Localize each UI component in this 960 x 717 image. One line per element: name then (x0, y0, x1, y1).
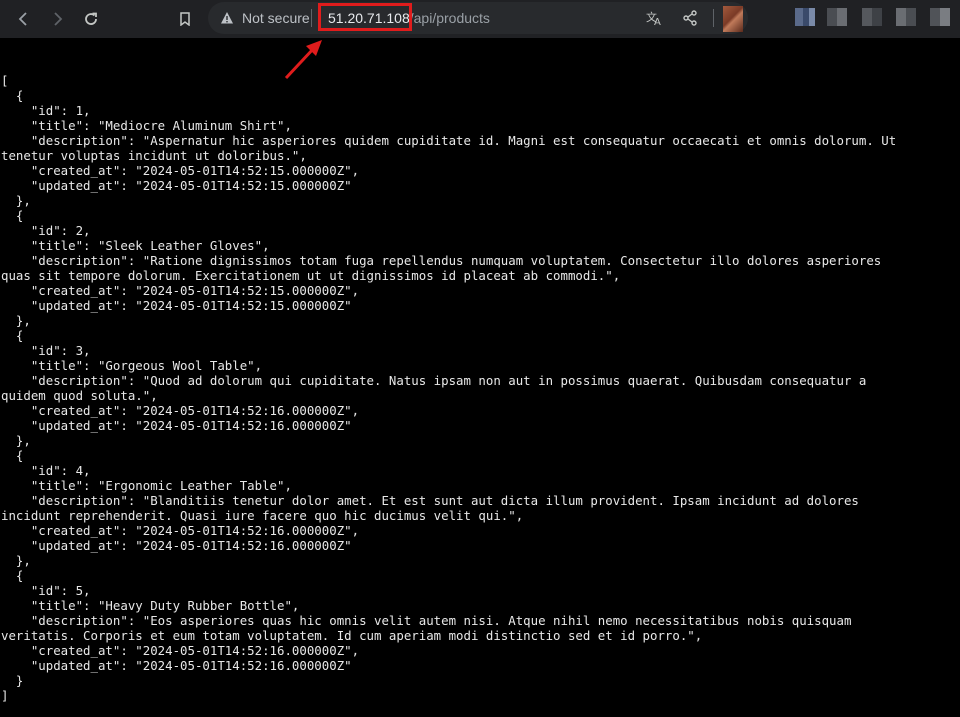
json-line: "updated_at": "2024-05-01T14:52:16.00000… (1, 658, 352, 673)
forward-arrow-icon[interactable] (44, 6, 70, 32)
json-line: { (1, 448, 24, 463)
json-line: "created_at": "2024-05-01T14:52:16.00000… (1, 523, 360, 538)
json-line: [ (1, 73, 9, 88)
json-response-body: [ { "id": 1, "title": "Mediocre Aluminum… (1, 73, 953, 703)
json-line: }, (1, 313, 31, 328)
extension-icon[interactable] (795, 8, 815, 26)
json-line: "description": "Eos asperiores quas hic … (1, 613, 852, 628)
json-line: "description": "Blanditiis tenetur dolor… (1, 493, 859, 508)
json-line: "title": "Sleek Leather Gloves", (1, 238, 270, 253)
json-line: { (1, 568, 24, 583)
json-line: "description": "Aspernatur hic asperiore… (1, 133, 897, 148)
json-line: "updated_at": "2024-05-01T14:52:16.00000… (1, 418, 352, 433)
json-line: ] (1, 688, 9, 703)
json-line: "updated_at": "2024-05-01T14:52:15.00000… (1, 298, 352, 313)
json-line: "created_at": "2024-05-01T14:52:16.00000… (1, 403, 360, 418)
bookmark-icon[interactable] (172, 6, 198, 32)
json-line: tenetur voluptas incidunt ut doloribus."… (1, 148, 307, 163)
extension-icon[interactable] (827, 8, 847, 26)
share-icon[interactable] (681, 9, 699, 27)
json-line: "title": "Heavy Duty Rubber Bottle", (1, 598, 300, 613)
json-line: "id": 3, (1, 343, 91, 358)
json-line: quas sit tempore dolorum. Exercitationem… (1, 268, 621, 283)
svg-text:A: A (654, 17, 661, 26)
security-status[interactable]: Not secure (242, 10, 310, 26)
json-line: "title": "Mediocre Aluminum Shirt", (1, 118, 292, 133)
json-line: "id": 2, (1, 223, 91, 238)
extension-icon[interactable] (862, 8, 882, 26)
json-line: "id": 4, (1, 463, 91, 478)
json-line: veritatis. Corporis et eum totam volupta… (1, 628, 703, 643)
json-line: "title": "Ergonomic Leather Table", (1, 478, 292, 493)
json-line: "title": "Gorgeous Wool Table", (1, 358, 263, 373)
omnibox-divider-right (713, 9, 714, 27)
address-bar[interactable]: Not secure 51.20.71.108/api/products 文A (208, 2, 748, 34)
json-line: } (1, 673, 24, 688)
url-path: /api/products (409, 10, 490, 26)
json-line: "updated_at": "2024-05-01T14:52:15.00000… (1, 178, 352, 193)
json-line: "created_at": "2024-05-01T14:52:15.00000… (1, 163, 360, 178)
json-line: incidunt reprehenderit. Quasi iure facer… (1, 508, 524, 523)
json-line: { (1, 208, 24, 223)
json-line: { (1, 88, 24, 103)
avatar[interactable] (723, 6, 743, 32)
json-line: "id": 1, (1, 103, 91, 118)
browser-toolbar: Not secure 51.20.71.108/api/products 文A (0, 0, 960, 38)
url-highlight-box (318, 3, 412, 31)
extension-icon[interactable] (896, 8, 916, 26)
translate-icon[interactable]: 文A (646, 9, 664, 27)
json-line: { (1, 328, 24, 343)
extension-icon[interactable] (930, 8, 950, 26)
reload-icon[interactable] (78, 6, 104, 32)
back-arrow-icon[interactable] (11, 6, 37, 32)
warning-icon[interactable] (220, 11, 234, 25)
json-line: "id": 5, (1, 583, 91, 598)
json-line: "created_at": "2024-05-01T14:52:16.00000… (1, 643, 360, 658)
omnibox-divider (311, 9, 312, 27)
json-line: }, (1, 193, 31, 208)
json-line: }, (1, 553, 31, 568)
json-line: quidem quod soluta.", (1, 388, 158, 403)
json-line: "description": "Quod ad dolorum qui cupi… (1, 373, 867, 388)
json-line: "updated_at": "2024-05-01T14:52:16.00000… (1, 538, 352, 553)
json-line: "created_at": "2024-05-01T14:52:15.00000… (1, 283, 360, 298)
json-line: }, (1, 433, 31, 448)
json-line: "description": "Ratione dignissimos tota… (1, 253, 882, 268)
